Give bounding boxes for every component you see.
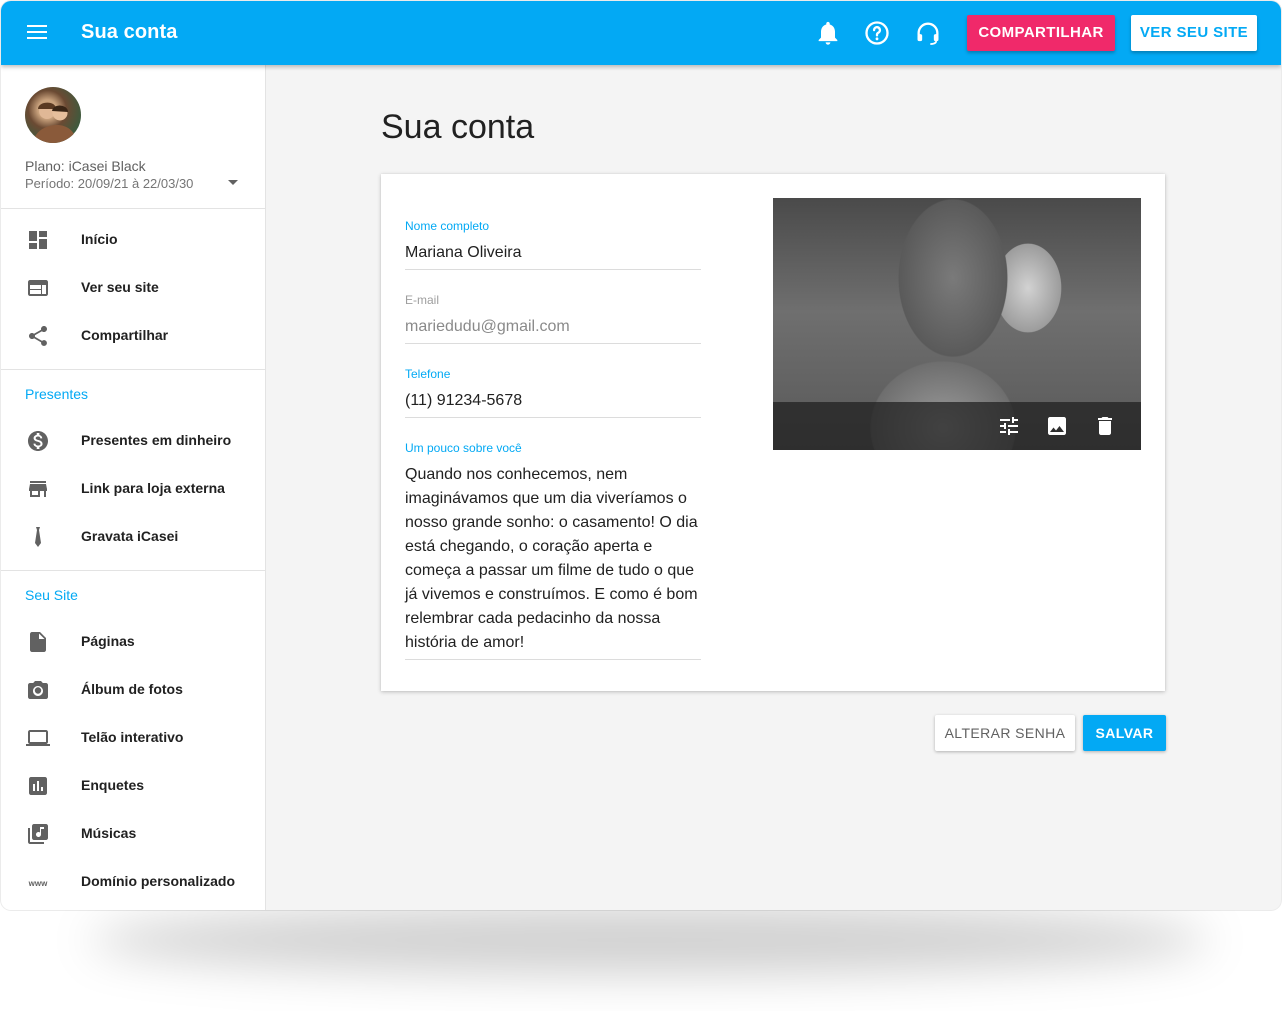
- support-headset-icon[interactable]: [914, 19, 942, 47]
- save-button[interactable]: SALVAR: [1083, 715, 1166, 751]
- sidebar-item-label: Músicas: [81, 825, 137, 841]
- sidebar-divider: [1, 369, 265, 370]
- phone-input[interactable]: (11) 91234-5678: [405, 389, 701, 413]
- phone-label: Telefone: [405, 367, 451, 381]
- sidebar-item-label: Link para loja externa: [81, 480, 225, 496]
- sidebar-item-inicio[interactable]: Início: [1, 216, 265, 264]
- about-field[interactable]: Um pouco sobre você Quando nos conhecemo…: [405, 441, 701, 660]
- sidebar-item-label: Ver seu site: [81, 279, 159, 295]
- sidebar-item-label: Presentes em dinheiro: [81, 432, 232, 448]
- help-icon[interactable]: [863, 19, 891, 47]
- sidebar-item-gravata-icasei[interactable]: Gravata iCasei: [1, 513, 265, 561]
- sidebar-item-paginas[interactable]: Páginas: [1, 618, 265, 666]
- svg-text:www: www: [28, 879, 48, 888]
- couple-photo-icon: [33, 102, 77, 143]
- input-underline: [405, 659, 701, 660]
- sidebar-item-compartilhar[interactable]: Compartilhar: [1, 312, 265, 360]
- web-icon: [28, 280, 48, 296]
- share-button[interactable]: COMPARTILHAR: [967, 15, 1115, 51]
- image-icon[interactable]: [1045, 414, 1069, 438]
- input-underline: [405, 269, 701, 270]
- sidebar-item-musicas[interactable]: Músicas: [1, 810, 265, 858]
- share-icon: [29, 326, 47, 346]
- email-label: E-mail: [405, 293, 440, 307]
- store-icon: [29, 481, 47, 497]
- account-form-card: Nome completo Mariana Oliveira E-mail ma…: [381, 174, 1165, 691]
- input-underline: [405, 343, 701, 344]
- camera-icon: [28, 681, 48, 699]
- delete-icon[interactable]: [1093, 414, 1117, 438]
- about-textarea[interactable]: Quando nos conhecemos, nem imaginávamos …: [405, 463, 701, 655]
- sidebar: Plano: iCasei Black Período: 20/09/21 à …: [1, 65, 266, 910]
- plan-period: Período: 20/09/21 à 22/03/30: [25, 176, 194, 191]
- view-site-button[interactable]: VER SEU SITE: [1131, 15, 1257, 51]
- profile-cover-photo[interactable]: [773, 198, 1141, 450]
- sidebar-item-label: Páginas: [81, 633, 135, 649]
- poll-icon: [29, 777, 47, 795]
- sidebar-item-label: Domínio personalizado: [81, 873, 236, 889]
- section-header-seu-site: Seu Site: [25, 587, 78, 603]
- sidebar-item-presentes-em-dinheiro[interactable]: Presentes em dinheiro: [1, 417, 265, 465]
- photo-toolbar: [773, 402, 1141, 450]
- www-icon: www: [28, 879, 48, 888]
- bell-icon[interactable]: [814, 19, 842, 47]
- email-input: mariedudu@gmail.com: [405, 318, 570, 335]
- money-icon: [28, 431, 48, 451]
- sidebar-item-label: Enquetes: [81, 777, 145, 793]
- section-header-presentes: Presentes: [25, 386, 89, 402]
- change-password-button[interactable]: ALTERAR SENHA: [935, 715, 1075, 751]
- sidebar-item-label: Gravata iCasei: [81, 528, 179, 544]
- plan-name: Plano: iCasei Black: [25, 158, 146, 174]
- sidebar-divider: [1, 570, 265, 571]
- full-name-input[interactable]: Mariana Oliveira: [405, 241, 701, 265]
- chevron-down-icon[interactable]: [225, 177, 241, 189]
- app-title: Sua conta: [81, 21, 178, 43]
- avatar: [25, 87, 81, 143]
- sidebar-divider: [1, 208, 265, 209]
- phone-field[interactable]: Telefone (11) 91234-5678: [405, 367, 701, 418]
- about-label: Um pouco sobre você: [405, 441, 522, 455]
- adjust-icon[interactable]: [997, 414, 1021, 438]
- page-icon: [30, 632, 46, 652]
- sidebar-item-label: Compartilhar: [81, 327, 169, 343]
- dashboard-icon: [29, 231, 47, 249]
- sidebar-item-telao-interativo[interactable]: Telão interativo: [1, 714, 265, 762]
- sidebar-item-label: Início: [81, 231, 118, 247]
- screen-icon: [26, 730, 50, 746]
- window-shadow: [90, 905, 1210, 975]
- email-field: E-mail mariedudu@gmail.com: [405, 293, 701, 344]
- tie-icon: [35, 527, 41, 547]
- sidebar-item-link-loja-externa[interactable]: Link para loja externa: [1, 465, 265, 513]
- full-name-field[interactable]: Nome completo Mariana Oliveira: [405, 219, 701, 270]
- app-bar: Sua conta COMPARTILHAR VER SEU SITE: [1, 1, 1281, 65]
- sidebar-item-enquetes[interactable]: Enquetes: [1, 762, 265, 810]
- sidebar-item-label: Álbum de fotos: [81, 681, 183, 697]
- sidebar-item-ver-seu-site[interactable]: Ver seu site: [1, 264, 265, 312]
- sidebar-item-label: Telão interativo: [81, 729, 184, 745]
- sidebar-item-dominio-personalizado[interactable]: www Domínio personalizado: [1, 858, 265, 906]
- app-window: Sua conta COMPARTILHAR VER SEU SITE Plan…: [1, 1, 1281, 910]
- full-name-label: Nome completo: [405, 219, 490, 233]
- menu-icon[interactable]: [23, 21, 51, 45]
- input-underline: [405, 417, 701, 418]
- page-title: Sua conta: [381, 108, 535, 146]
- sidebar-item-album-de-fotos[interactable]: Álbum de fotos: [1, 666, 265, 714]
- music-icon: [28, 824, 48, 844]
